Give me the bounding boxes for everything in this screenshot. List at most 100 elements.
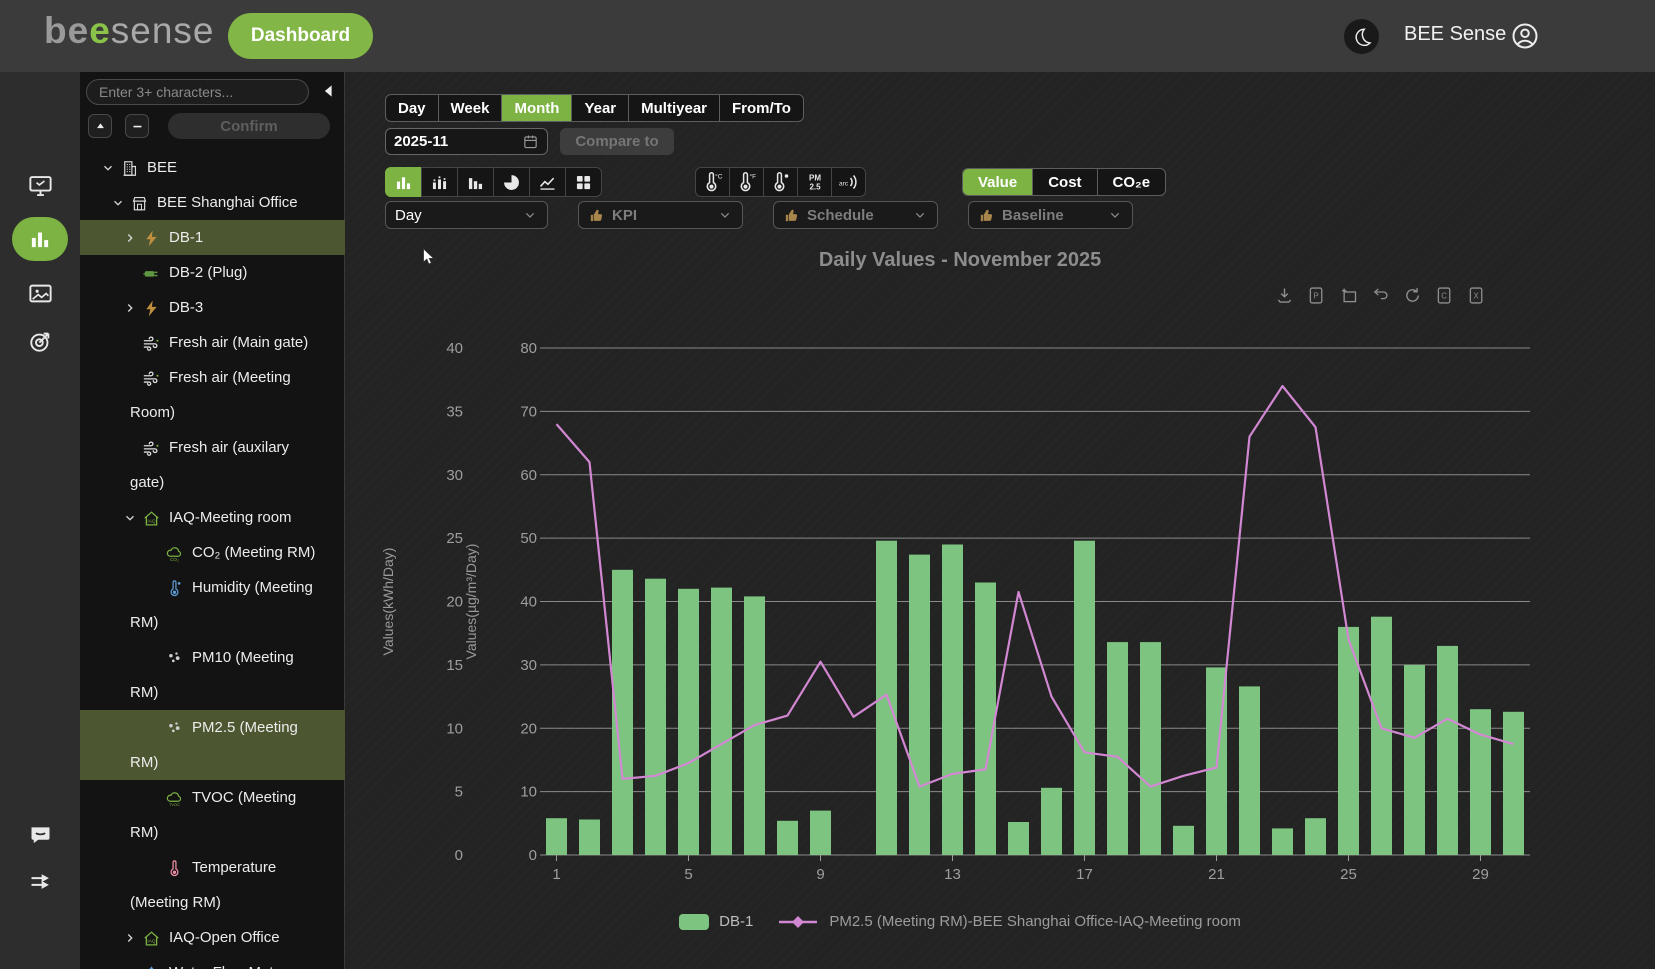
bar-day-13[interactable] [942,545,963,856]
rail-item-monitor[interactable] [0,172,80,199]
legend-bar-swatch[interactable] [679,914,709,930]
compare-to-button[interactable]: Compare to [560,128,674,155]
bar-day-2[interactable] [579,820,600,856]
bar-day-9[interactable] [810,811,831,855]
rail-item-double-arrow[interactable] [0,868,80,895]
dashboard-button[interactable]: Dashboard [228,13,373,59]
dropdown-baseline[interactable]: Baseline [968,201,1133,229]
tree-item-db-2-plug[interactable]: DB-2 (Plug) [80,255,345,290]
tree-item-db-3[interactable]: DB-3 [80,290,345,325]
legend-line-label[interactable]: PM2.5 (Meeting RM)-BEE Shanghai Office-I… [829,913,1241,930]
refresh-icon[interactable] [1402,285,1423,306]
bar-day-14[interactable] [975,583,996,856]
rail-item-image[interactable] [0,280,80,307]
panel-collapse-button[interactable] [316,78,342,106]
tree-item-water-flow-meter[interactable]: Water Flow Meter [80,955,345,969]
bar-day-4[interactable] [645,579,666,855]
period-tab-week[interactable]: Week [438,95,502,121]
bar-day-19[interactable] [1140,642,1161,855]
tree-item-co-meeting-rm[interactable]: CO₂CO₂ (Meeting RM) [80,535,345,570]
period-tab-from-to[interactable]: From/To [719,95,803,121]
bar-day-12[interactable] [909,555,930,855]
chevron-right-icon[interactable] [120,931,140,945]
bar-day-28[interactable] [1437,646,1458,855]
bar-day-15[interactable] [1008,822,1029,855]
tree-item-temperature-meeting-rm[interactable]: Temperature (Meeting RM) [80,850,345,920]
bar-day-23[interactable] [1272,828,1293,855]
confirm-button[interactable]: Confirm [168,113,330,139]
bar-day-26[interactable] [1371,617,1392,855]
tree-item-iaq-meeting-room[interactable]: IAQIAQ-Meeting room [80,500,345,535]
bar-day-24[interactable] [1305,818,1326,855]
bar-day-8[interactable] [777,821,798,855]
tree-item-bee[interactable]: BEE [80,150,345,185]
chevron-down-icon[interactable] [120,511,140,525]
rail-item-target[interactable] [0,328,80,355]
period-tab-year[interactable]: Year [571,95,628,121]
date-picker[interactable]: 2025-11 [385,128,548,155]
app-logo[interactable]: beesense [44,10,215,52]
rail-item-chat[interactable] [0,820,80,847]
chart-type-bar-line[interactable] [421,167,458,197]
bar-day-30[interactable] [1503,712,1524,855]
pm25-line-series[interactable] [557,386,1514,787]
chart-type-bar-chart[interactable] [385,167,422,197]
legend-bar-label[interactable]: DB-1 [719,913,753,930]
dropdown-schedule[interactable]: Schedule [773,201,938,229]
bar-day-27[interactable] [1404,665,1425,855]
bar-day-6[interactable] [711,588,732,855]
tree-item-humidity-meeting-rm[interactable]: Humidity (Meeting RM) [80,570,345,640]
avatar-icon[interactable] [1510,21,1540,51]
bar-day-17[interactable] [1074,541,1095,855]
rail-item-bar-chart[interactable] [0,217,80,261]
chart-type-line-chart[interactable] [529,167,566,197]
tree-item-bee-shanghai-office[interactable]: BEE Shanghai Office [80,185,345,220]
sensor-button-humidity-sensor[interactable] [763,167,798,197]
chevron-right-icon[interactable] [120,301,140,315]
dark-mode-toggle[interactable] [1344,19,1379,54]
sensor-button-thermometer-fahrenheit[interactable]: °F [729,167,764,197]
period-tab-multiyear[interactable]: Multiyear [628,95,719,121]
chart-type-pie-chart[interactable] [493,167,530,197]
metric-tab-cost[interactable]: Cost [1032,169,1096,195]
legend-line-marker[interactable] [777,915,819,929]
bar-day-22[interactable] [1239,686,1260,855]
tree-item-tvoc-meeting-rm[interactable]: TVOCTVOC (Meeting RM) [80,780,345,850]
search-input[interactable] [86,79,309,105]
xlsx-export-icon[interactable]: X [1466,285,1487,306]
sensor-button-thermometer-celsius[interactable]: °C [695,167,730,197]
chevron-right-icon[interactable] [120,231,140,245]
period-tab-month[interactable]: Month [501,95,571,121]
chevron-down-icon[interactable] [98,161,118,175]
zoom-select-icon[interactable] [1338,285,1359,306]
period-tab-day[interactable]: Day [386,95,438,121]
dropdown-kpi[interactable]: KPI [578,201,743,229]
csv-export-icon[interactable]: C [1434,285,1455,306]
chart-type-column-chart[interactable] [457,167,494,197]
chart-type-grid-table[interactable] [565,167,602,197]
bar-day-18[interactable] [1107,642,1128,855]
expand-all-button[interactable] [88,114,112,138]
sensor-button-noise-sensor[interactable]: arc [831,167,866,197]
sensor-button-pm25[interactable]: PM2.5 [797,167,832,197]
tree-item-fresh-air-main-gate[interactable]: Fresh air (Main gate) [80,325,345,360]
calendar-icon [522,133,539,150]
metric-tab-value[interactable]: Value [963,169,1032,195]
tree-item-fresh-air-auxilary-gate[interactable]: Fresh air (auxilary gate) [80,430,345,500]
tree-item-iaq-open-office[interactable]: IAQIAQ-Open Office [80,920,345,955]
bar-day-1[interactable] [546,818,567,855]
bar-day-20[interactable] [1173,826,1194,855]
collapse-all-button[interactable] [125,114,149,138]
restore-icon[interactable] [1370,285,1391,306]
dropdown-day[interactable]: Day [385,201,548,229]
tree-item-fresh-air-meeting-room[interactable]: Fresh air (Meeting Room) [80,360,345,430]
pdf-export-icon[interactable]: P [1306,285,1327,306]
tree-item-db-1[interactable]: DB-1 [80,220,345,255]
tree-item-pm10-meeting-rm[interactable]: PM10 (Meeting RM) [80,640,345,710]
chevron-down-icon[interactable] [108,196,128,210]
bar-day-5[interactable] [678,589,699,855]
metric-tab-coe[interactable]: CO₂e [1097,169,1166,195]
bar-day-16[interactable] [1041,788,1062,855]
tree-item-pm2-5-meeting-rm[interactable]: PM2.5 (Meeting RM) [80,710,345,780]
download-icon[interactable] [1274,285,1295,306]
